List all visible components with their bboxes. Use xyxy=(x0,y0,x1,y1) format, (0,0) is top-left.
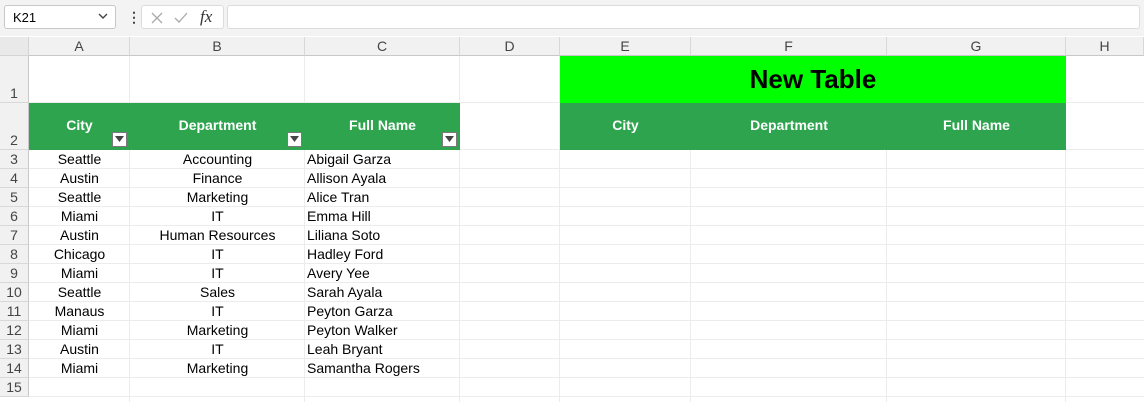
cell-department[interactable]: IT xyxy=(130,207,305,226)
row-header-14[interactable]: 14 xyxy=(0,359,29,378)
row-header-10[interactable]: 10 xyxy=(0,283,29,302)
column-header-h[interactable]: H xyxy=(1066,37,1144,56)
row-header-5[interactable]: 5 xyxy=(0,188,29,207)
row-header-6[interactable]: 6 xyxy=(0,207,29,226)
cell-department[interactable]: Human Resources xyxy=(130,226,305,245)
cell-department[interactable]: IT xyxy=(130,340,305,359)
cell-full-name[interactable]: Sarah Ayala xyxy=(307,283,460,302)
cell-full-name[interactable]: Avery Yee xyxy=(307,264,460,283)
chevron-down-icon[interactable] xyxy=(97,10,109,22)
cell-department[interactable]: Sales xyxy=(130,283,305,302)
cancel-icon[interactable] xyxy=(148,9,166,27)
filter-arrow-icon xyxy=(290,136,299,142)
cell-full-name[interactable]: Peyton Garza xyxy=(307,302,460,321)
cell-department[interactable]: IT xyxy=(130,245,305,264)
cell-department[interactable]: Accounting xyxy=(130,150,305,169)
filter-arrow-icon xyxy=(445,136,454,142)
cell-department[interactable]: IT xyxy=(130,264,305,283)
name-box-value: K21 xyxy=(13,10,37,25)
row-header-8[interactable]: 8 xyxy=(0,245,29,264)
row-header-9[interactable]: 9 xyxy=(0,264,29,283)
more-options-icon[interactable]: ⋮ xyxy=(127,9,141,25)
cell-full-name[interactable]: Leah Bryant xyxy=(307,340,460,359)
gridline-horizontal xyxy=(29,396,1144,397)
column-header-g[interactable]: G xyxy=(887,37,1066,56)
column-header-a[interactable]: A xyxy=(29,37,130,56)
cell-full-name[interactable]: Samantha Rogers xyxy=(307,359,460,378)
cell-city[interactable]: Austin xyxy=(29,169,130,188)
new-header-city[interactable]: City xyxy=(560,117,691,133)
source-header-department[interactable]: Department xyxy=(130,117,305,133)
cell-full-name[interactable]: Alice Tran xyxy=(307,188,460,207)
cell-full-name[interactable]: Emma Hill xyxy=(307,207,460,226)
source-header-full-name[interactable]: Full Name xyxy=(305,117,460,133)
formula-input[interactable] xyxy=(227,5,1140,29)
row-header-12[interactable]: 12 xyxy=(0,321,29,340)
cell-full-name[interactable]: Allison Ayala xyxy=(307,169,460,188)
source-header-city[interactable]: City xyxy=(29,117,130,133)
row-header-13[interactable]: 13 xyxy=(0,340,29,359)
cell-city[interactable]: Austin xyxy=(29,226,130,245)
cell-city[interactable]: Miami xyxy=(29,264,130,283)
column-header-f[interactable]: F xyxy=(691,37,887,56)
row-header-1[interactable]: 1 xyxy=(0,56,29,103)
cell-department[interactable]: Finance xyxy=(130,169,305,188)
cell-city[interactable]: Miami xyxy=(29,359,130,378)
cell-city[interactable]: Seattle xyxy=(29,150,130,169)
cell-city[interactable]: Seattle xyxy=(29,283,130,302)
cell-department[interactable]: IT xyxy=(130,302,305,321)
row-header-4[interactable]: 4 xyxy=(0,169,29,188)
row-header-15[interactable]: 15 xyxy=(0,378,29,397)
cell-full-name[interactable]: Peyton Walker xyxy=(307,321,460,340)
insert-function-icon[interactable]: fx xyxy=(200,7,218,26)
select-all-corner[interactable] xyxy=(0,37,29,56)
cell-city[interactable]: Manaus xyxy=(29,302,130,321)
row-header-7[interactable]: 7 xyxy=(0,226,29,245)
name-box[interactable]: K21 xyxy=(4,5,116,29)
row-header-3[interactable]: 3 xyxy=(0,150,29,169)
cell-full-name[interactable]: Hadley Ford xyxy=(307,245,460,264)
new-table-title[interactable]: New Table xyxy=(560,56,1066,103)
cell-city[interactable]: Miami xyxy=(29,321,130,340)
cell-city[interactable]: Austin xyxy=(29,340,130,359)
cell-full-name[interactable]: Liliana Soto xyxy=(307,226,460,245)
enter-check-icon[interactable] xyxy=(172,9,190,27)
filter-dropdown-department[interactable] xyxy=(287,132,302,147)
formula-bar: K21 ⋮ fx xyxy=(0,0,1144,36)
cell-full-name[interactable]: Abigail Garza xyxy=(307,150,460,169)
row-header-11[interactable]: 11 xyxy=(0,302,29,321)
column-header-e[interactable]: E xyxy=(560,37,691,56)
cell-department[interactable]: Marketing xyxy=(130,359,305,378)
filter-arrow-icon xyxy=(115,136,124,142)
new-header-full-name[interactable]: Full Name xyxy=(887,117,1066,133)
cell-city[interactable]: Seattle xyxy=(29,188,130,207)
cell-department[interactable]: Marketing xyxy=(130,321,305,340)
column-header-b[interactable]: B xyxy=(130,37,305,56)
row-header-2[interactable]: 2 xyxy=(0,103,29,150)
formula-buttons: fx xyxy=(141,5,224,29)
column-header-c[interactable]: C xyxy=(305,37,460,56)
filter-dropdown-city[interactable] xyxy=(112,132,127,147)
column-header-d[interactable]: D xyxy=(460,37,560,56)
cell-city[interactable]: Miami xyxy=(29,207,130,226)
filter-dropdown-full-name[interactable] xyxy=(442,132,457,147)
new-header-department[interactable]: Department xyxy=(691,117,887,133)
cell-department[interactable]: Marketing xyxy=(130,188,305,207)
cell-city[interactable]: Chicago xyxy=(29,245,130,264)
